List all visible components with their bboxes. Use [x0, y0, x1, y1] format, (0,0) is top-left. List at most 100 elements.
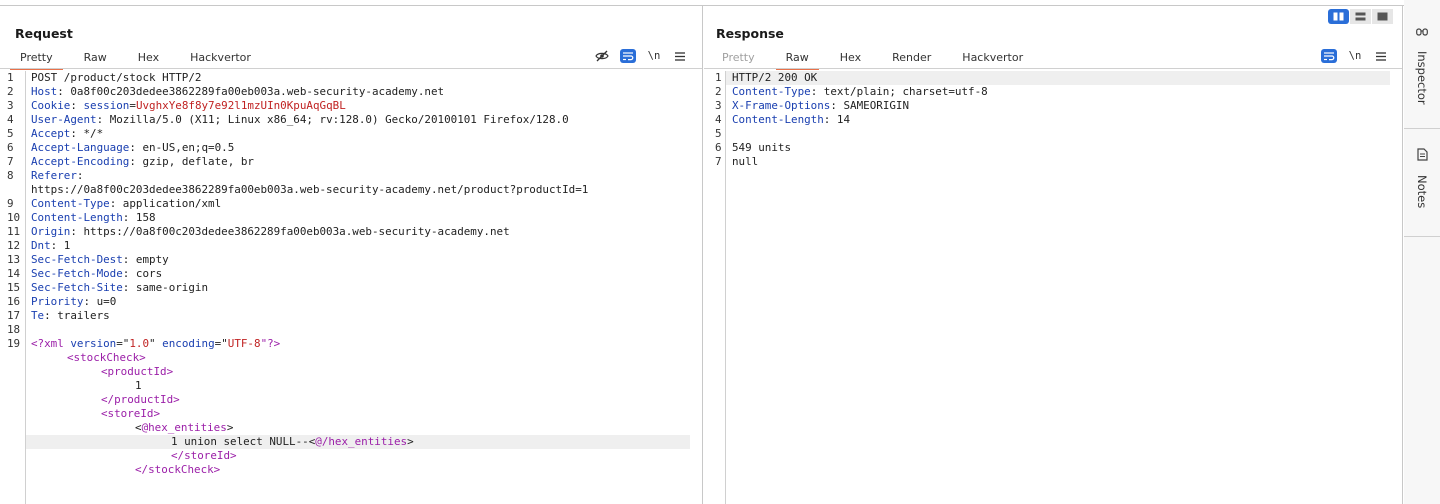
line-number: 5: [715, 127, 722, 140]
line-number: 8: [7, 169, 14, 182]
header-value: : 14: [823, 113, 851, 126]
response-tab-hackvertor[interactable]: Hackvertor: [952, 48, 1033, 70]
line-number: 1: [7, 71, 14, 84]
response-title: Response: [716, 26, 784, 41]
xml-text: 1: [135, 379, 142, 392]
response-tab-hex[interactable]: Hex: [830, 48, 871, 70]
sidebar-divider: [1404, 128, 1440, 129]
header-value: : https://0a8f00c203dedee3862289fa00eb00…: [70, 225, 510, 238]
xml-tag: <productId>: [101, 365, 174, 378]
request-tab-pretty[interactable]: Pretty: [10, 48, 63, 70]
header-key: Dnt: [31, 239, 51, 252]
sidebar-label-inspector: Inspector: [1415, 51, 1429, 105]
header-line: Referer:: [31, 169, 83, 183]
header-value: : gzip, deflate, br: [129, 155, 254, 168]
header-value: : Mozilla/5.0 (X11; Linux x86_64; rv:128…: [96, 113, 569, 126]
xml-line: </storeId>: [171, 449, 237, 463]
line-number: 7: [7, 155, 14, 168]
header-value: : same-origin: [122, 281, 209, 294]
line-number: 4: [7, 113, 14, 126]
header-line: Host: 0a8f00c203dedee3862289fa00eb003a.w…: [31, 85, 444, 99]
header-key: Content-Type: [31, 197, 110, 210]
sidebar-tab-inspector[interactable]: Inspector: [1404, 22, 1440, 105]
response-tabs: Pretty Raw Hex Render Hackvertor: [712, 48, 1044, 70]
line-number: 3: [715, 99, 722, 112]
header-separator: :: [70, 99, 84, 112]
header-line: Dnt: 1: [31, 239, 70, 253]
header-line: Sec-Fetch-Dest: empty: [31, 253, 169, 267]
header-key: Origin: [31, 225, 71, 238]
response-tab-render[interactable]: Render: [882, 48, 941, 70]
response-tab-raw[interactable]: Raw: [775, 48, 819, 70]
header-key: User-Agent: [31, 113, 97, 126]
line-number: 17: [7, 309, 21, 322]
header-line: User-Agent: Mozilla/5.0 (X11; Linux x86_…: [31, 113, 569, 127]
line-number: 7: [715, 155, 722, 168]
header-line: Origin: https://0a8f00c203dedee3862289fa…: [31, 225, 510, 239]
header-key: Content-Length: [31, 211, 123, 224]
side-by-side-icon[interactable]: [1328, 9, 1349, 24]
eye-slash-icon[interactable]: [594, 49, 610, 63]
line-number: 18: [7, 323, 21, 336]
line-number: 19: [7, 337, 21, 350]
xml-attr-value: 1.0: [129, 337, 150, 350]
header-line: Te: trailers: [31, 309, 110, 323]
header-value: : 0a8f00c203dedee3862289fa00eb003a.web-s…: [57, 85, 445, 98]
xml-decl-open: <?xml: [31, 337, 71, 350]
header-line: Content-Length: 14: [732, 113, 850, 127]
xml-attr-name: encoding: [162, 337, 215, 350]
single-icon[interactable]: [1372, 9, 1393, 24]
request-tab-hackvertor[interactable]: Hackvertor: [180, 48, 261, 70]
menu-icon[interactable]: [672, 49, 688, 63]
response-editor[interactable]: 1 2 3 4 5 6 7 HTTP/2 200 OK Content-Type…: [704, 71, 1402, 504]
xml-declaration: <?xml version="1.0" encoding="UTF-8"?>: [31, 337, 280, 351]
header-key: Cookie: [31, 99, 71, 112]
request-tab-raw[interactable]: Raw: [74, 48, 117, 70]
header-line: Sec-Fetch-Site: same-origin: [31, 281, 208, 295]
hackvertor-tag: @/hex_entities: [315, 435, 408, 448]
request-editor[interactable]: 1 2 3 4 5 6 7 8 9 10 11 12 13 14 15 16 1…: [0, 71, 702, 504]
header-key: Sec-Fetch-Site: [31, 281, 123, 294]
newline-toggle[interactable]: \n: [1347, 49, 1363, 63]
request-tab-hex[interactable]: Hex: [128, 48, 169, 70]
referer-url: https://0a8f00c203dedee3862289fa00eb003a…: [31, 183, 589, 196]
header-key: Sec-Fetch-Dest: [31, 253, 123, 266]
line-number: 6: [7, 141, 14, 154]
request-tabs: Pretty Raw Hex Hackvertor: [10, 48, 272, 70]
line-number: 13: [7, 253, 21, 266]
header-value: : cors: [122, 267, 163, 280]
wrap-icon[interactable]: [1321, 49, 1337, 63]
header-key: Accept-Encoding: [31, 155, 130, 168]
header-value: : */*: [70, 127, 104, 140]
menu-icon[interactable]: [1373, 49, 1389, 63]
cookie-value: UvghxYe8f8y7e92l1mzUIn0KpuAqGqBL: [135, 99, 346, 112]
line-number: 6: [715, 141, 722, 154]
line-number: 16: [7, 295, 21, 308]
response-panel: Response Pretty Raw Hex Render Hackverto…: [704, 6, 1403, 504]
header-key: Referer: [31, 169, 77, 182]
line-number: 14: [7, 267, 21, 280]
xml-line: 1 union select NULL--<@/hex_entities>: [171, 435, 414, 449]
xml-tag: </storeId>: [171, 449, 237, 462]
header-line: X-Frame-Options: SAMEORIGIN: [732, 99, 909, 113]
wrap-icon[interactable]: [620, 49, 636, 63]
header-line-continuation: https://0a8f00c203dedee3862289fa00eb003a…: [31, 183, 588, 197]
stacked-icon[interactable]: [1350, 9, 1371, 24]
response-line-gutter: 1 2 3 4 5 6 7: [704, 71, 726, 504]
request-toolbar: \n: [584, 48, 688, 64]
line-number: 11: [7, 225, 21, 238]
response-tab-divider: [704, 68, 1402, 69]
xml-decl-close: "?>: [260, 337, 281, 350]
line-number: 4: [715, 113, 722, 126]
sidebar-label-notes: Notes: [1415, 175, 1429, 209]
response-tab-pretty[interactable]: Pretty: [712, 48, 765, 70]
sidebar-tab-notes[interactable]: Notes: [1404, 146, 1440, 208]
header-line: Priority: u=0: [31, 295, 116, 309]
header-key: Priority: [31, 295, 84, 308]
header-line: Accept: */*: [31, 127, 103, 141]
header-key: X-Frame-Options: [732, 99, 831, 112]
header-line: Accept-Encoding: gzip, deflate, br: [31, 155, 254, 169]
newline-toggle[interactable]: \n: [646, 49, 662, 63]
line-number: 3: [7, 99, 14, 112]
xml-attr-eq: =": [214, 337, 228, 350]
